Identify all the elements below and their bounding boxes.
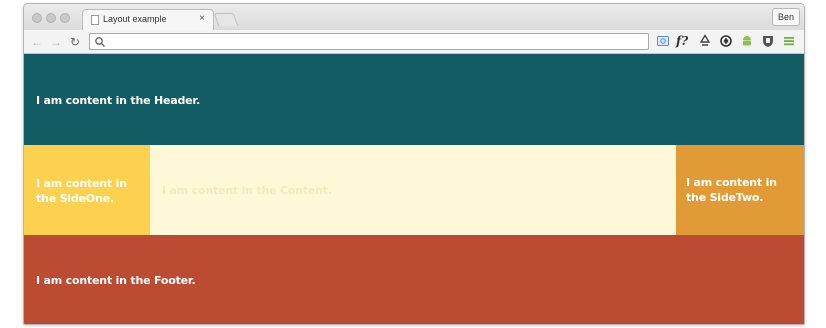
content-text: I am content in the Content. [162, 184, 332, 197]
zoom-window-icon[interactable] [60, 13, 70, 23]
reload-icon[interactable]: ↻ [70, 35, 80, 49]
side-one-text: I am content in the SideOne. [36, 177, 127, 205]
screenshot-icon[interactable] [656, 34, 670, 48]
content-region: I am content in the Content. [150, 145, 676, 235]
search-icon [95, 37, 105, 47]
new-tab-button[interactable] [213, 13, 239, 26]
side-one-region: I am content in the SideOne. [24, 145, 150, 235]
profile-button[interactable]: Ben [771, 8, 800, 26]
toolbar: ← → ↻ f? [24, 30, 804, 54]
tab-close-icon[interactable]: × [199, 13, 205, 25]
hamburger-menu-icon[interactable] [782, 34, 796, 48]
tab-title: Layout example [103, 14, 167, 24]
address-bar[interactable] [89, 33, 649, 50]
tab-strip: Layout example × Ben [24, 4, 804, 30]
browser-window: Layout example × Ben ← → ↻ f? I am conte… [23, 3, 805, 325]
page-viewport: I am content in the Header. I am content… [24, 54, 804, 324]
footer-region: I am content in the Footer. [24, 235, 804, 324]
side-two-text: I am content in the SideTwo. [686, 176, 777, 204]
shield-icon[interactable] [761, 34, 775, 48]
footer-text: I am content in the Footer. [36, 274, 196, 287]
page-icon [91, 15, 99, 25]
header-region: I am content in the Header. [24, 54, 804, 145]
circle-arrows-icon[interactable] [719, 34, 733, 48]
minimize-window-icon[interactable] [46, 13, 56, 23]
header-text: I am content in the Header. [36, 94, 201, 107]
close-window-icon[interactable] [32, 13, 42, 23]
side-two-region: I am content in the SideTwo. [676, 145, 804, 235]
font-finder-icon[interactable]: f? [676, 34, 690, 48]
recycle-icon[interactable] [698, 34, 712, 48]
forward-icon[interactable]: → [50, 35, 62, 49]
tab-layout-example[interactable]: Layout example × [82, 9, 214, 30]
back-icon[interactable]: ← [31, 35, 43, 49]
android-icon[interactable] [740, 34, 754, 48]
